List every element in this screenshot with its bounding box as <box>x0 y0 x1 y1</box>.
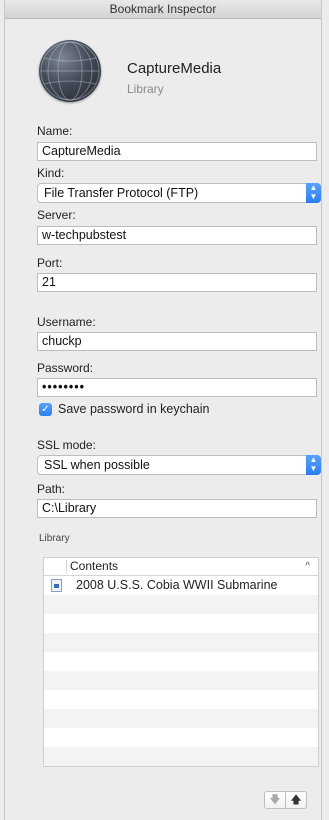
name-field[interactable]: CaptureMedia <box>37 142 317 161</box>
chevron-up-down-icon: ▲ ▼ <box>306 183 321 203</box>
sort-ascending-icon[interactable]: ^ <box>305 558 310 575</box>
globe-icon <box>39 40 101 102</box>
library-contents-table[interactable]: Contents ^ 2008 U.S.S. Cobia WWII Submar… <box>43 557 319 767</box>
contents-column-header[interactable]: Contents <box>70 558 118 575</box>
column-divider <box>66 560 67 573</box>
server-field[interactable]: w-techpubstest <box>37 226 317 245</box>
kind-popup-value: File Transfer Protocol (FTP) <box>44 186 199 200</box>
ssl-mode-popup[interactable]: SSL when possible ▲ ▼ <box>37 455 321 475</box>
table-header[interactable]: Contents ^ <box>44 558 318 576</box>
empty-row <box>44 728 318 747</box>
empty-row <box>44 690 318 709</box>
checkmark-icon[interactable]: ✓ <box>39 403 52 416</box>
window-title: Bookmark Inspector <box>5 0 321 19</box>
bookmark-inspector-window: Bookmark Inspector CaptureMedia Library … <box>4 0 322 820</box>
username-field[interactable]: chuckp <box>37 332 317 351</box>
empty-row <box>44 652 318 671</box>
kind-label: Kind: <box>37 166 65 180</box>
arrow-up-icon[interactable]: 🡅 <box>285 791 307 809</box>
password-field[interactable]: •••••••• <box>37 378 317 397</box>
table-row-label: 2008 U.S.S. Cobia WWII Submarine <box>76 578 278 592</box>
server-label: Server: <box>37 208 76 222</box>
empty-row <box>44 709 318 728</box>
empty-row <box>44 633 318 652</box>
port-field[interactable]: 21 <box>37 273 317 292</box>
bookmark-kind: Library <box>127 82 164 96</box>
arrow-down-icon[interactable]: 🡇 <box>264 791 286 809</box>
save-password-label: Save password in keychain <box>58 402 210 416</box>
empty-row <box>44 671 318 690</box>
table-row[interactable]: 2008 U.S.S. Cobia WWII Submarine <box>44 576 318 595</box>
document-icon <box>51 579 62 592</box>
ssl-mode-popup-value: SSL when possible <box>44 458 150 472</box>
name-label: Name: <box>37 124 73 138</box>
password-label: Password: <box>37 361 94 375</box>
bookmark-name: CaptureMedia <box>127 60 222 77</box>
port-label: Port: <box>37 256 63 270</box>
path-field[interactable]: C:\Library <box>37 499 317 518</box>
username-label: Username: <box>37 315 96 329</box>
empty-row <box>44 747 318 766</box>
reorder-buttons: 🡇 🡅 <box>264 791 314 809</box>
ssl-mode-label: SSL mode: <box>37 438 96 452</box>
kind-popup[interactable]: File Transfer Protocol (FTP) ▲ ▼ <box>37 183 321 203</box>
chevron-up-down-icon: ▲ ▼ <box>306 455 321 475</box>
bookmark-header: CaptureMedia Library <box>39 40 319 110</box>
path-label: Path: <box>37 482 66 496</box>
empty-row <box>44 595 318 614</box>
library-section-label: Library <box>39 533 70 544</box>
empty-row <box>44 614 318 633</box>
